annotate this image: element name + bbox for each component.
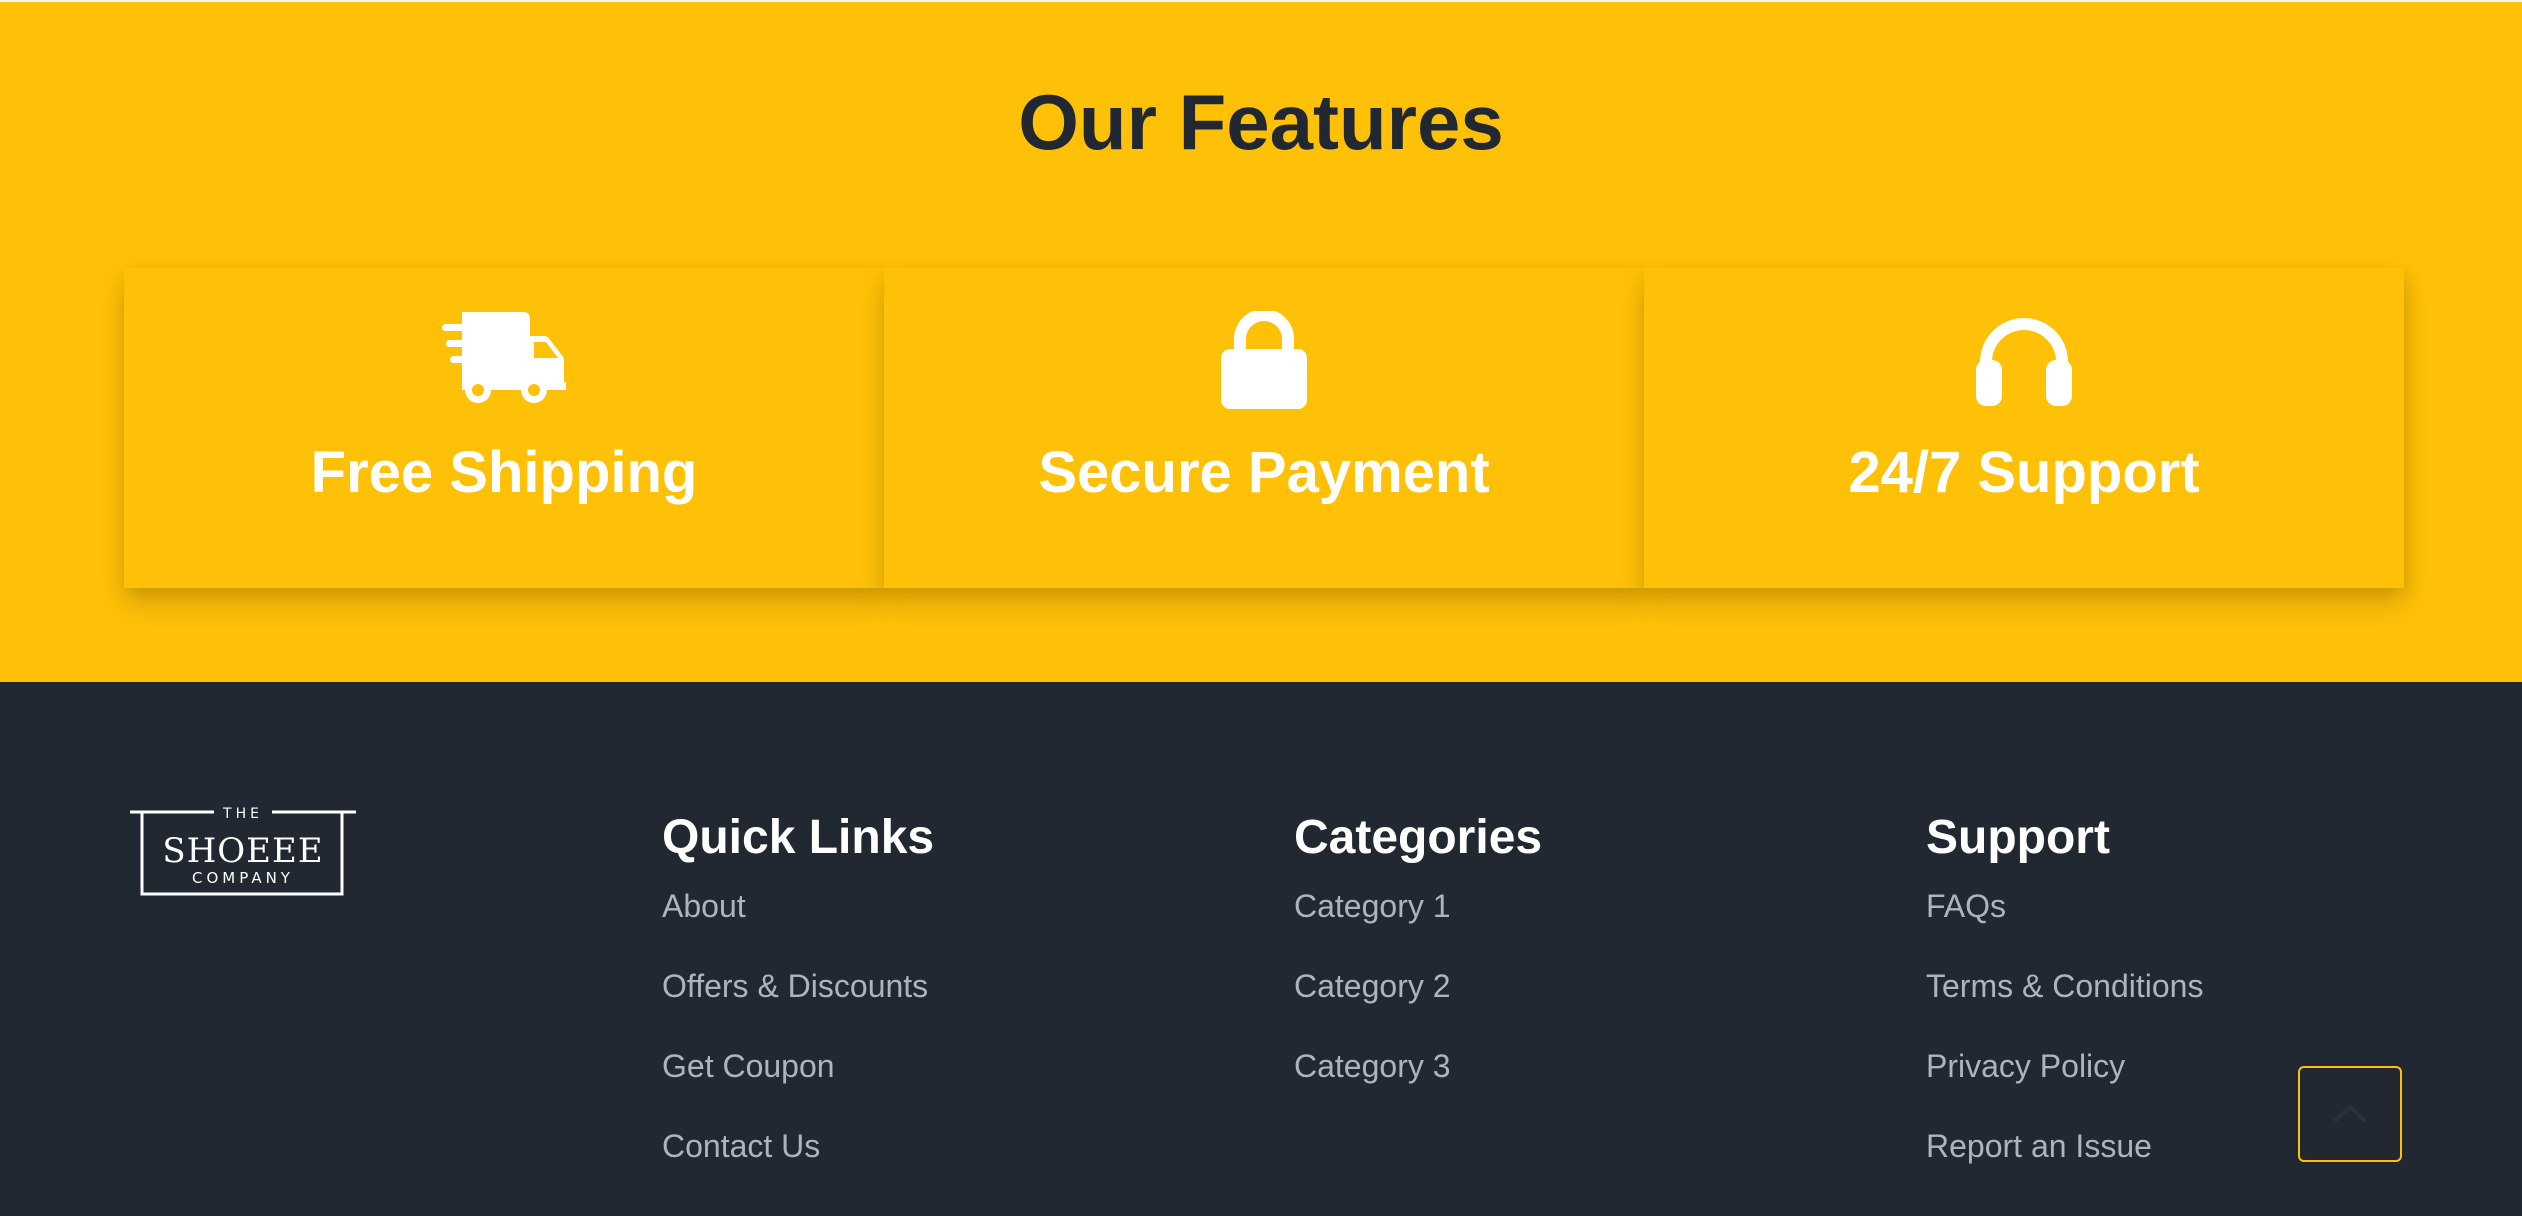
features-cards: Free Shipping Secure Payment 24/7 Suppor… bbox=[124, 268, 2404, 588]
footer-link-category-3[interactable]: Category 3 bbox=[1294, 1046, 1542, 1086]
support-title: Support bbox=[1926, 811, 2110, 864]
footer-link-privacy[interactable]: Privacy Policy bbox=[1926, 1046, 2203, 1086]
feature-card-shipping: Free Shipping bbox=[124, 268, 884, 588]
headphones-icon bbox=[1974, 312, 2074, 408]
footer-quick-links: Quick Links About Offers & Discounts Get… bbox=[662, 808, 934, 1206]
features-title: Our Features bbox=[1018, 78, 1504, 166]
feature-card-payment: Secure Payment bbox=[884, 268, 1644, 588]
features-section: Our Features Free Shipping Secure Paymen… bbox=[0, 0, 2522, 682]
footer-link-offers[interactable]: Offers & Discounts bbox=[662, 966, 934, 1006]
footer-link-terms[interactable]: Terms & Conditions bbox=[1926, 966, 2203, 1006]
shipping-truck-icon bbox=[442, 312, 566, 408]
logo-text-brand: SHOEEE bbox=[162, 831, 323, 871]
feature-label-shipping: Free Shipping bbox=[310, 440, 698, 505]
logo-text-top: THE bbox=[222, 806, 263, 822]
footer-link-coupon[interactable]: Get Coupon bbox=[662, 1046, 934, 1086]
footer-categories: Categories Category 1 Category 2 Categor… bbox=[1294, 808, 1542, 1126]
footer-link-contact[interactable]: Contact Us bbox=[662, 1126, 934, 1166]
footer-logo[interactable]: THE SHOEEE COMPANY bbox=[128, 802, 358, 902]
footer-link-faqs[interactable]: FAQs bbox=[1926, 886, 2203, 926]
logo-mark: THE SHOEEE COMPANY bbox=[130, 806, 356, 896]
categories-title: Categories bbox=[1294, 811, 1543, 864]
feature-label-support: 24/7 Support bbox=[1848, 440, 2200, 505]
site-footer: THE SHOEEE COMPANY Quick Links About Off… bbox=[0, 682, 2522, 1216]
feature-label-payment: Secure Payment bbox=[1038, 440, 1490, 505]
chevron-up-icon bbox=[2333, 1103, 2367, 1126]
lock-icon bbox=[1219, 311, 1309, 409]
back-to-top-button[interactable] bbox=[2298, 1066, 2402, 1162]
footer-link-category-2[interactable]: Category 2 bbox=[1294, 966, 1542, 1006]
feature-card-support: 24/7 Support bbox=[1644, 268, 2404, 588]
logo-text-bottom: COMPANY bbox=[192, 869, 294, 887]
footer-link-about[interactable]: About bbox=[662, 886, 934, 926]
footer-link-category-1[interactable]: Category 1 bbox=[1294, 886, 1542, 926]
footer-support: Support FAQs Terms & Conditions Privacy … bbox=[1926, 808, 2203, 1206]
quick-links-title: Quick Links bbox=[662, 811, 935, 864]
footer-link-report-issue[interactable]: Report an Issue bbox=[1926, 1126, 2203, 1166]
